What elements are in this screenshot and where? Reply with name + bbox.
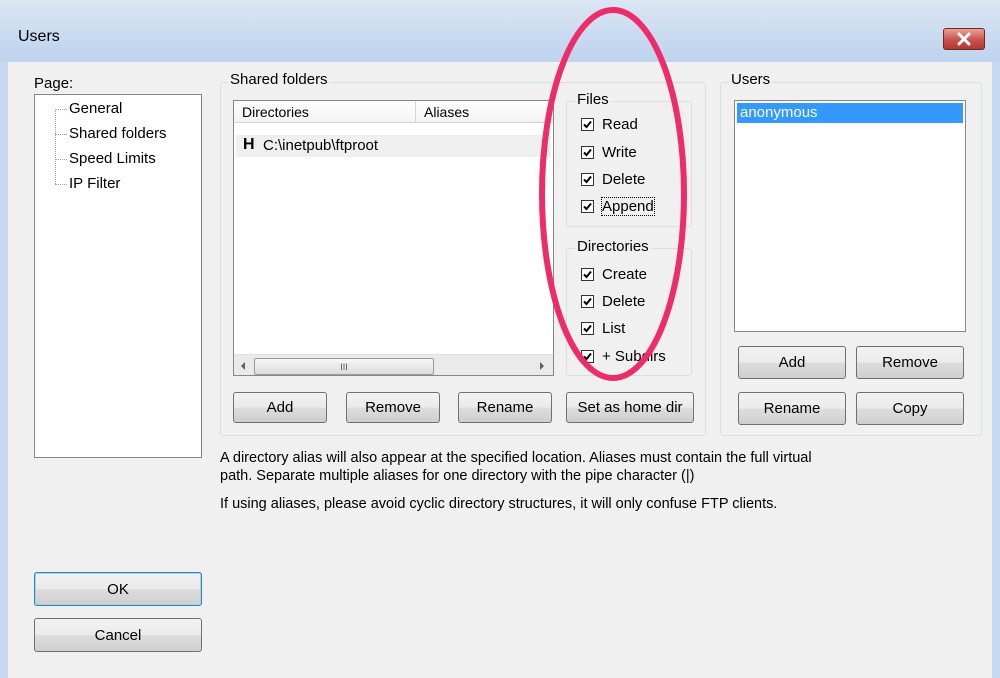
set-home-dir-button[interactable]: Set as home dir — [566, 392, 694, 423]
page-label: Page: — [34, 75, 74, 92]
dirs-delete-checkbox[interactable]: Delete — [581, 293, 645, 310]
files-append-checkbox[interactable]: Append — [581, 197, 655, 216]
alias-note-line3: If using aliases, please avoid cyclic di… — [220, 496, 778, 512]
add-folder-button[interactable]: Add — [233, 392, 327, 423]
checkbox-label: List — [602, 320, 626, 337]
checkbox-label: Create — [602, 266, 648, 283]
tree-item-ip-filter[interactable]: IP Filter — [69, 175, 120, 192]
check-icon — [583, 120, 592, 129]
scroll-left-icon[interactable] — [238, 360, 248, 372]
checkbox-label: Append — [601, 197, 655, 216]
directories-legend: Directories — [575, 238, 651, 255]
checkbox-box — [581, 200, 594, 213]
scroll-right-icon[interactable] — [537, 360, 547, 372]
check-icon — [583, 148, 592, 157]
alias-note-line2: path. Separate multiple aliases for one … — [220, 468, 695, 484]
alias-note-line1: A directory alias will also appear at th… — [220, 450, 812, 466]
page-tree: General Shared folders Speed Limits IP F… — [34, 94, 202, 458]
directory-path: C:\inetpub\ftproot — [263, 137, 379, 154]
close-icon — [957, 32, 971, 46]
dirs-list-checkbox[interactable]: List — [581, 320, 625, 337]
checkbox-box — [581, 268, 594, 281]
scroll-thumb[interactable]: III — [254, 358, 434, 375]
dirs-create-checkbox[interactable]: Create — [581, 266, 647, 283]
checkbox-box — [581, 295, 594, 308]
check-icon — [583, 202, 592, 211]
check-icon — [583, 297, 592, 306]
tree-item-speed-limits[interactable]: Speed Limits — [69, 150, 156, 167]
remove-folder-button[interactable]: Remove — [346, 392, 440, 423]
directories-list[interactable]: Directories Aliases H C:\inetpub\ftproot… — [233, 100, 554, 376]
files-write-checkbox[interactable]: Write — [581, 144, 637, 161]
check-icon — [583, 324, 592, 333]
copy-user-button[interactable]: Copy — [856, 392, 964, 425]
horizontal-scrollbar[interactable]: III — [234, 354, 553, 375]
column-header-directories[interactable]: Directories — [234, 101, 416, 123]
files-read-checkbox[interactable]: Read — [581, 116, 638, 133]
checkbox-box — [581, 322, 594, 335]
checkbox-box — [581, 350, 594, 363]
rename-folder-button[interactable]: Rename — [458, 392, 552, 423]
title-bar[interactable] — [0, 0, 1000, 62]
users-legend: Users — [729, 71, 773, 88]
cancel-button[interactable]: Cancel — [34, 618, 202, 652]
table-row[interactable]: H C:\inetpub\ftproot — [236, 135, 551, 157]
checkbox-box — [581, 146, 594, 159]
users-list[interactable]: anonymous — [734, 100, 966, 332]
files-delete-checkbox[interactable]: Delete — [581, 171, 645, 188]
column-header-aliases[interactable]: Aliases — [416, 101, 553, 123]
window-frame-left — [0, 62, 8, 678]
rename-user-button[interactable]: Rename — [738, 392, 846, 425]
check-icon — [583, 270, 592, 279]
checkbox-label: Delete — [602, 171, 646, 188]
add-user-button[interactable]: Add — [738, 346, 846, 379]
check-icon — [583, 175, 592, 184]
user-item-selected[interactable]: anonymous — [737, 103, 963, 123]
check-icon — [583, 352, 592, 361]
shared-folders-legend: Shared folders — [228, 71, 330, 88]
dirs-subdirs-checkbox[interactable]: + Subdirs — [581, 348, 666, 365]
window-frame-right — [992, 62, 1000, 678]
remove-user-button[interactable]: Remove — [856, 346, 964, 379]
checkbox-label: Delete — [602, 293, 646, 310]
checkbox-label: Write — [602, 144, 637, 161]
checkbox-box — [581, 118, 594, 131]
ok-button[interactable]: OK — [34, 572, 202, 606]
checkbox-label: + Subdirs — [602, 348, 666, 365]
home-dir-flag: H — [243, 136, 255, 153]
close-button[interactable] — [943, 28, 985, 50]
checkbox-box — [581, 173, 594, 186]
files-legend: Files — [575, 91, 611, 108]
window-title: Users — [18, 28, 60, 45]
tree-item-general[interactable]: General — [69, 100, 122, 117]
checkbox-label: Read — [602, 116, 638, 133]
tree-item-shared-folders[interactable]: Shared folders — [69, 125, 167, 142]
